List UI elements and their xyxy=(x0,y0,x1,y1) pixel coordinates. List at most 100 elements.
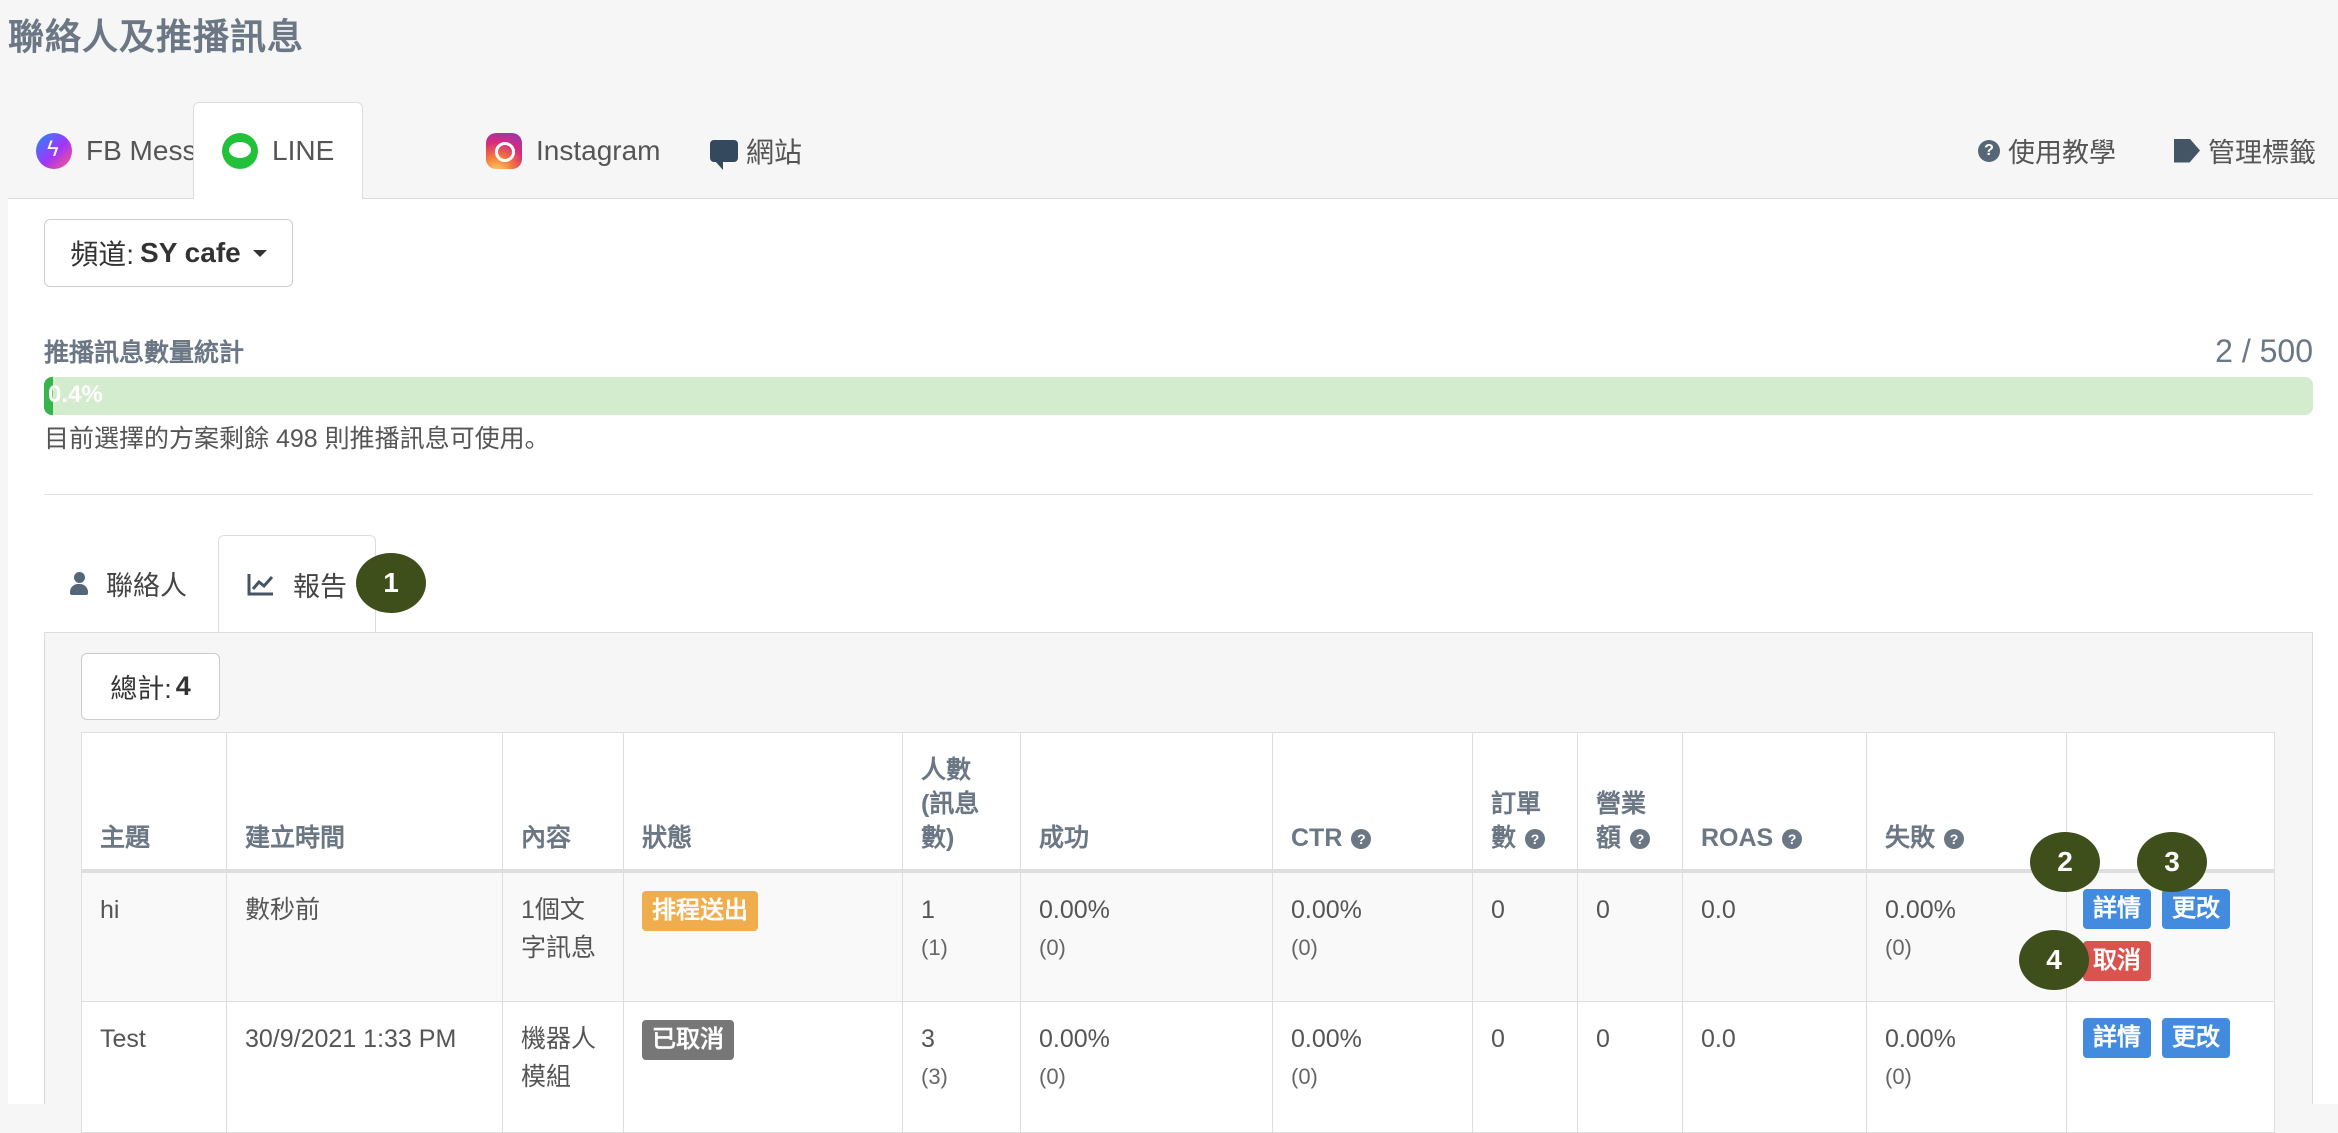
table-header-row: 主題 建立時間 內容 狀態 人數 (訊息 數) 成功 CTR ? 訂單 數 ? … xyxy=(81,732,2275,873)
cancel-button[interactable]: 取消 xyxy=(2083,940,2151,981)
caret-down-icon xyxy=(252,249,267,257)
tab-report[interactable]: 報告 xyxy=(218,535,376,633)
cell-revenue: 0 xyxy=(1577,870,1683,1002)
ctr-value: 0.00% xyxy=(1291,895,1362,924)
tab-line[interactable]: LINE xyxy=(193,102,364,200)
cell-content: 機器人 模組 xyxy=(502,1001,624,1133)
cell-people: 1 (1) xyxy=(902,870,1021,1002)
messenger-icon xyxy=(36,132,72,169)
header-status: 狀態 xyxy=(623,732,903,873)
tab-label: 網站 xyxy=(746,136,803,168)
header-people: 人數 (訊息 數) xyxy=(902,732,1021,873)
cell-people: 3 (3) xyxy=(902,1001,1021,1133)
status-badge: 已取消 xyxy=(642,1020,734,1060)
ctr-sub: (0) xyxy=(1291,934,1318,960)
report-panel: 總計: 4 主題 建立時間 內容 狀態 人數 (訊息 數) 成功 CTR ? 訂… xyxy=(44,632,2313,1133)
tab-website[interactable]: 網站 xyxy=(710,102,802,199)
cell-content: 1個文 字訊息 xyxy=(502,870,624,1002)
cell-revenue: 0 xyxy=(1577,1001,1683,1133)
cell-failed: 0.00% (0) xyxy=(1866,1001,2067,1133)
cell-success: 0.00% (0) xyxy=(1020,870,1273,1002)
edit-button[interactable]: 更改 xyxy=(2161,1018,2230,1058)
broadcast-report-table: 主題 建立時間 內容 狀態 人數 (訊息 數) 成功 CTR ? 訂單 數 ? … xyxy=(81,732,2275,1133)
failed-value: 0.00% xyxy=(1885,895,1956,924)
annotation-marker-1: 1 xyxy=(356,553,426,613)
total-label: 總計: xyxy=(110,674,172,704)
header-failed-label: 失敗 xyxy=(1885,823,1936,852)
header-subject: 主題 xyxy=(81,732,227,873)
total-value: 4 xyxy=(175,671,191,701)
divider xyxy=(44,494,2313,495)
tab-contacts[interactable]: 聯絡人 xyxy=(70,535,187,632)
people-value: 3 xyxy=(921,1025,935,1053)
question-icon: ? xyxy=(1978,139,2000,162)
tab-report-label: 報告 xyxy=(293,571,347,602)
details-button[interactable]: 詳情 xyxy=(2083,1018,2151,1058)
question-icon[interactable]: ? xyxy=(1629,828,1650,849)
success-value: 0.00% xyxy=(1039,895,1110,924)
annotation-marker-3: 3 xyxy=(2137,832,2207,892)
people-value: 1 xyxy=(921,895,935,924)
cell-status: 排程送出 xyxy=(623,870,903,1002)
question-icon[interactable]: ? xyxy=(1943,828,1964,849)
header-created: 建立時間 xyxy=(226,732,503,873)
header-revenue: 營業 額 ? xyxy=(1577,732,1683,873)
total-count: 總計: 4 xyxy=(81,653,220,720)
channel-select-prefix: 頻道: xyxy=(70,239,135,270)
instagram-icon xyxy=(486,132,522,169)
channel-select-value: SY cafe xyxy=(140,237,241,268)
cell-roas: 0.0 xyxy=(1682,1001,1867,1133)
tab-label: Instagram xyxy=(536,134,661,166)
header-roas-label: ROAS xyxy=(1701,823,1774,852)
manage-tags-label: 管理標籤 xyxy=(2208,138,2316,168)
header-orders: 訂單 數 ? xyxy=(1472,732,1578,873)
tutorial-link[interactable]: ? 使用教學 xyxy=(1978,102,2116,199)
header-roas: ROAS ? xyxy=(1682,732,1867,873)
question-icon[interactable]: ? xyxy=(1524,828,1545,849)
success-value: 0.00% xyxy=(1039,1025,1110,1053)
cell-ctr: 0.00% (0) xyxy=(1272,870,1473,1002)
ctr-value: 0.00% xyxy=(1291,1025,1362,1053)
cell-status: 已取消 xyxy=(623,1001,903,1133)
table-row: hi 數秒前 1個文 字訊息 排程送出 1 (1) 0.00% (0) 0.00%(… xyxy=(81,870,2275,1002)
annotation-marker-4: 4 xyxy=(2019,930,2089,990)
cell-subject: hi xyxy=(81,870,227,1002)
table-row: Test 30/9/2021 1:33 PM 機器人 模組 已取消 3 (3) 0… xyxy=(81,1001,2275,1133)
people-sub: (3) xyxy=(921,1064,948,1089)
cell-created: 數秒前 xyxy=(226,870,503,1002)
tab-instagram[interactable]: Instagram xyxy=(486,102,661,199)
tag-icon xyxy=(2174,138,2200,163)
header-ctr-label: CTR xyxy=(1291,823,1343,852)
stats-title: 推播訊息數量統計 xyxy=(44,339,245,367)
cell-orders: 0 xyxy=(1472,870,1578,1002)
status-badge: 排程送出 xyxy=(642,890,758,931)
question-icon[interactable]: ? xyxy=(1782,828,1803,849)
manage-tags-link[interactable]: 管理標籤 xyxy=(2174,102,2316,199)
channel-tabs: FB Messenger LINE Instagram 網站 ? 使用教學 管理… xyxy=(8,102,2338,200)
header-ctr: CTR ? xyxy=(1272,732,1473,873)
line-icon xyxy=(222,133,258,169)
ctr-sub: (0) xyxy=(1291,1064,1318,1089)
stats-count: 2 / 500 xyxy=(2215,333,2313,369)
cell-actions: 詳情 更改 xyxy=(2066,1001,2275,1133)
chat-icon xyxy=(710,139,738,170)
details-button[interactable]: 詳情 xyxy=(2083,888,2151,929)
annotation-marker-2: 2 xyxy=(2030,832,2100,892)
line-chart-icon xyxy=(247,574,274,596)
main-panel: 頻道: SY cafe 推播訊息數量統計 2 / 500 0.4% 目前選擇的方… xyxy=(8,199,2338,1133)
page-title: 聯絡人及推播訊息 xyxy=(8,16,305,57)
edit-button[interactable]: 更改 xyxy=(2161,888,2230,929)
people-sub: (1) xyxy=(921,934,948,960)
success-sub: (0) xyxy=(1039,934,1066,960)
remaining-text: 目前選擇的方案剩餘 498 則推播訊息可使用。 xyxy=(44,425,550,453)
question-icon[interactable]: ? xyxy=(1351,828,1372,849)
user-icon xyxy=(70,571,88,596)
cell-roas: 0.0 xyxy=(1682,870,1867,1002)
header-success: 成功 xyxy=(1020,732,1273,873)
tab-contacts-label: 聯絡人 xyxy=(106,571,187,601)
cell-success: 0.00% (0) xyxy=(1020,1001,1273,1133)
tab-label: LINE xyxy=(272,135,335,166)
channel-select-button[interactable]: 頻道: SY cafe xyxy=(44,219,293,287)
failed-value: 0.00% xyxy=(1885,1025,1956,1053)
tutorial-label: 使用教學 xyxy=(2008,138,2116,168)
